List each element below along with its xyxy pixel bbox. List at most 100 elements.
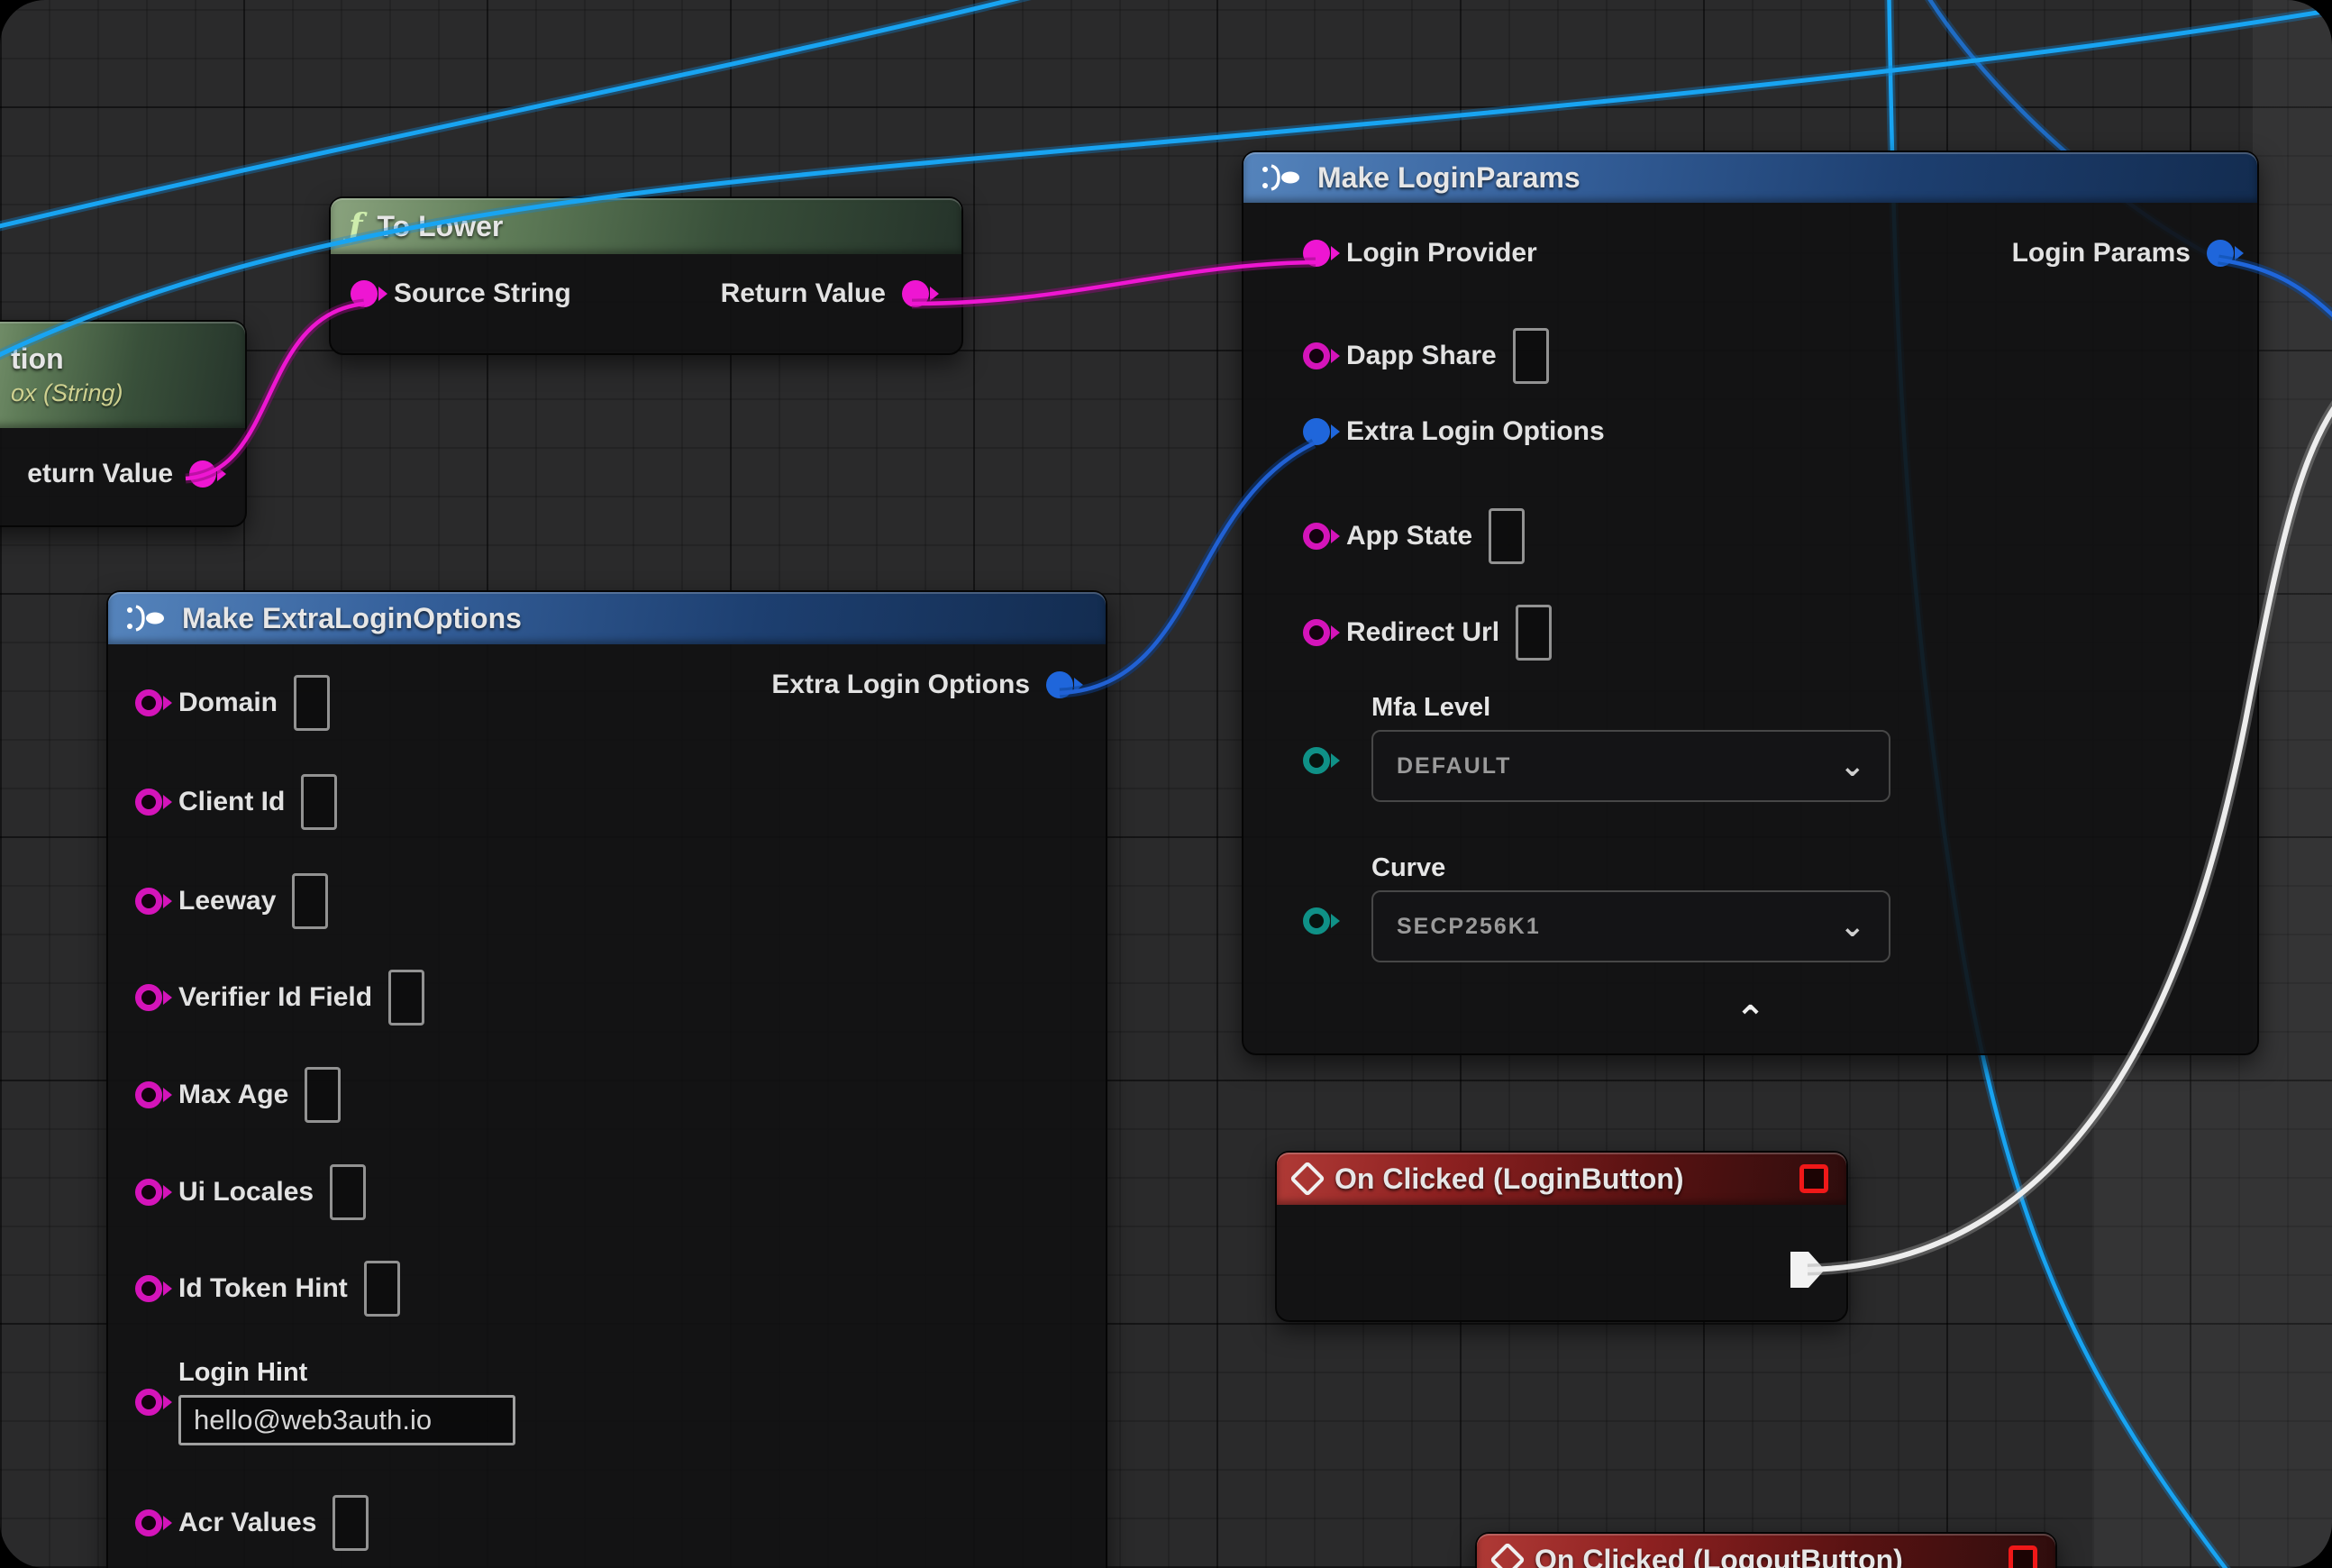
output-pin-return-value[interactable] (189, 460, 216, 488)
curve-dropdown[interactable]: SECP256K1 ⌄ (1371, 890, 1890, 962)
node-text-getter[interactable]: tion ox (String) eturn Value (0, 320, 247, 527)
value-box-leeway[interactable] (292, 873, 328, 929)
input-pin-max-age[interactable] (135, 1081, 162, 1108)
pin-label: Login Params (2012, 238, 2191, 269)
pin-row-extra-login-options: Extra Login Options (1303, 416, 1605, 447)
node-make-extra-login-options-header[interactable]: Make ExtraLoginOptions (108, 592, 1106, 644)
login-hint-input[interactable]: hello@web3auth.io (178, 1395, 515, 1445)
curve-field: Curve SECP256K1 ⌄ (1371, 853, 1890, 962)
pin-row-login-hint: Login Hint hello@web3auth.io (135, 1358, 515, 1445)
value-box-verifier-id-field[interactable] (388, 970, 424, 1026)
pin-label: Extra Login Options (771, 670, 1030, 700)
node-make-extra-login-options[interactable]: Make ExtraLoginOptions Extra Login Optio… (106, 590, 1107, 1568)
field-label: Curve (1371, 853, 1890, 883)
pin-label: Ui Locales (178, 1177, 314, 1208)
output-pin-login-params[interactable] (2207, 240, 2234, 267)
pin-row-curve (1303, 907, 1330, 934)
input-pin-ui-locales[interactable] (135, 1179, 162, 1206)
input-pin-login-hint[interactable] (135, 1389, 162, 1416)
value-box-max-age[interactable] (305, 1067, 341, 1123)
input-pin-leeway[interactable] (135, 888, 162, 915)
pin-row-verifier-id-field: Verifier Id Field (135, 970, 424, 1026)
pin-row-app-state: App State (1303, 508, 1525, 564)
node-to-lower-header[interactable]: ƒ To Lower (331, 198, 961, 254)
pin-label: Verifier Id Field (178, 982, 372, 1013)
pin-row-mfa-level (1303, 747, 1330, 774)
pin-label: eturn Value (27, 459, 173, 489)
node-make-login-params[interactable]: Make LoginParams Login Params Login Prov… (1242, 150, 2259, 1055)
value-box-domain[interactable] (294, 675, 330, 731)
input-pin-client-id[interactable] (135, 789, 162, 816)
input-pin-app-state[interactable] (1303, 523, 1330, 550)
mfa-level-field: Mfa Level DEFAULT ⌄ (1371, 693, 1890, 802)
pin-row-return-value: Return Value (721, 278, 929, 309)
value-box-client-id[interactable] (301, 774, 337, 830)
node-on-clicked-logout-button[interactable]: On Clicked (LogoutButton) (1475, 1532, 2057, 1568)
pin-row-id-token-hint: Id Token Hint (135, 1261, 400, 1317)
node-on-clicked-logout-button-header[interactable]: On Clicked (LogoutButton) (1477, 1534, 2055, 1568)
pin-row-ui-locales: Ui Locales (135, 1164, 366, 1220)
pin-label: Dapp Share (1346, 341, 1497, 371)
node-on-clicked-login-button-header[interactable]: On Clicked (LoginButton) (1277, 1153, 1846, 1205)
pin-label: Extra Login Options (1346, 416, 1605, 447)
chevron-down-icon: ⌄ (1840, 908, 1866, 944)
pin-label: Id Token Hint (178, 1273, 348, 1304)
value-box-ui-locales[interactable] (330, 1164, 366, 1220)
mfa-level-dropdown[interactable]: DEFAULT ⌄ (1371, 730, 1890, 802)
node-title: Make ExtraLoginOptions (182, 602, 522, 635)
function-icon: ƒ (349, 207, 363, 245)
pin-row-login-provider: Login Provider (1303, 238, 1537, 269)
delegate-icon (1799, 1164, 1828, 1193)
node-text-getter-header[interactable]: tion ox (String) (0, 322, 245, 428)
node-title: Make LoginParams (1317, 161, 1580, 195)
collapse-node-chevron[interactable]: ⌃ (1735, 1010, 1766, 1028)
pin-label: Source String (394, 278, 571, 309)
value-box-id-token-hint[interactable] (364, 1261, 400, 1317)
node-title: tion (11, 342, 64, 376)
chevron-down-icon: ⌄ (1840, 748, 1866, 784)
node-title: On Clicked (LogoutButton) (1535, 1544, 1903, 1568)
event-diamond-icon (1289, 1161, 1325, 1197)
field-label: Mfa Level (1371, 693, 1890, 723)
node-make-login-params-header[interactable]: Make LoginParams (1243, 152, 2257, 203)
output-pin-return-value[interactable] (902, 280, 929, 307)
pin-row-leeway: Leeway (135, 873, 328, 929)
value-box-app-state[interactable] (1489, 508, 1525, 564)
pin-label: Return Value (721, 278, 886, 309)
pin-row-client-id: Client Id (135, 774, 337, 830)
value-box-acr-values[interactable] (332, 1495, 369, 1551)
pin-row-source-string: Source String (351, 278, 571, 309)
pin-label: Leeway (178, 886, 276, 916)
exec-output-pin[interactable] (1790, 1250, 1826, 1290)
node-on-clicked-login-button[interactable]: On Clicked (LoginButton) (1275, 1151, 1848, 1322)
value-box-redirect-url[interactable] (1516, 605, 1552, 661)
pin-label: App State (1346, 521, 1472, 552)
input-pin-login-provider[interactable] (1303, 240, 1330, 267)
pin-label: Redirect Url (1346, 617, 1499, 648)
pin-row-max-age: Max Age (135, 1067, 341, 1123)
input-pin-redirect-url[interactable] (1303, 619, 1330, 646)
input-pin-extra-login-options[interactable] (1303, 418, 1330, 445)
node-to-lower[interactable]: ƒ To Lower Source String Return Value (329, 196, 963, 355)
input-pin-mfa-level[interactable] (1303, 747, 1330, 774)
dropdown-value: SECP256K1 (1397, 914, 1541, 940)
input-pin-acr-values[interactable] (135, 1509, 162, 1536)
output-pin-extra-login-options[interactable] (1046, 671, 1073, 698)
pin-row-return-value: eturn Value (27, 459, 216, 489)
pin-row-extra-login-options-out: Extra Login Options (771, 670, 1073, 700)
input-pin-dapp-share[interactable] (1303, 342, 1330, 369)
input-pin-id-token-hint[interactable] (135, 1275, 162, 1302)
node-subtitle: ox (String) (11, 379, 123, 407)
pin-row-acr-values: Acr Values (135, 1495, 369, 1551)
pin-label: Client Id (178, 787, 285, 817)
pin-label: Acr Values (178, 1508, 316, 1538)
input-pin-domain[interactable] (135, 689, 162, 716)
input-pin-curve[interactable] (1303, 907, 1330, 934)
value-box-dapp-share[interactable] (1513, 328, 1549, 384)
pin-row-login-params-out: Login Params (2012, 238, 2234, 269)
pin-row-redirect-url: Redirect Url (1303, 605, 1552, 661)
input-pin-verifier-id-field[interactable] (135, 984, 162, 1011)
pin-label: Domain (178, 688, 278, 718)
input-pin-source-string[interactable] (351, 280, 378, 307)
blueprint-graph-canvas[interactable]: tion ox (String) eturn Value ƒ To Lower … (0, 0, 2332, 1568)
